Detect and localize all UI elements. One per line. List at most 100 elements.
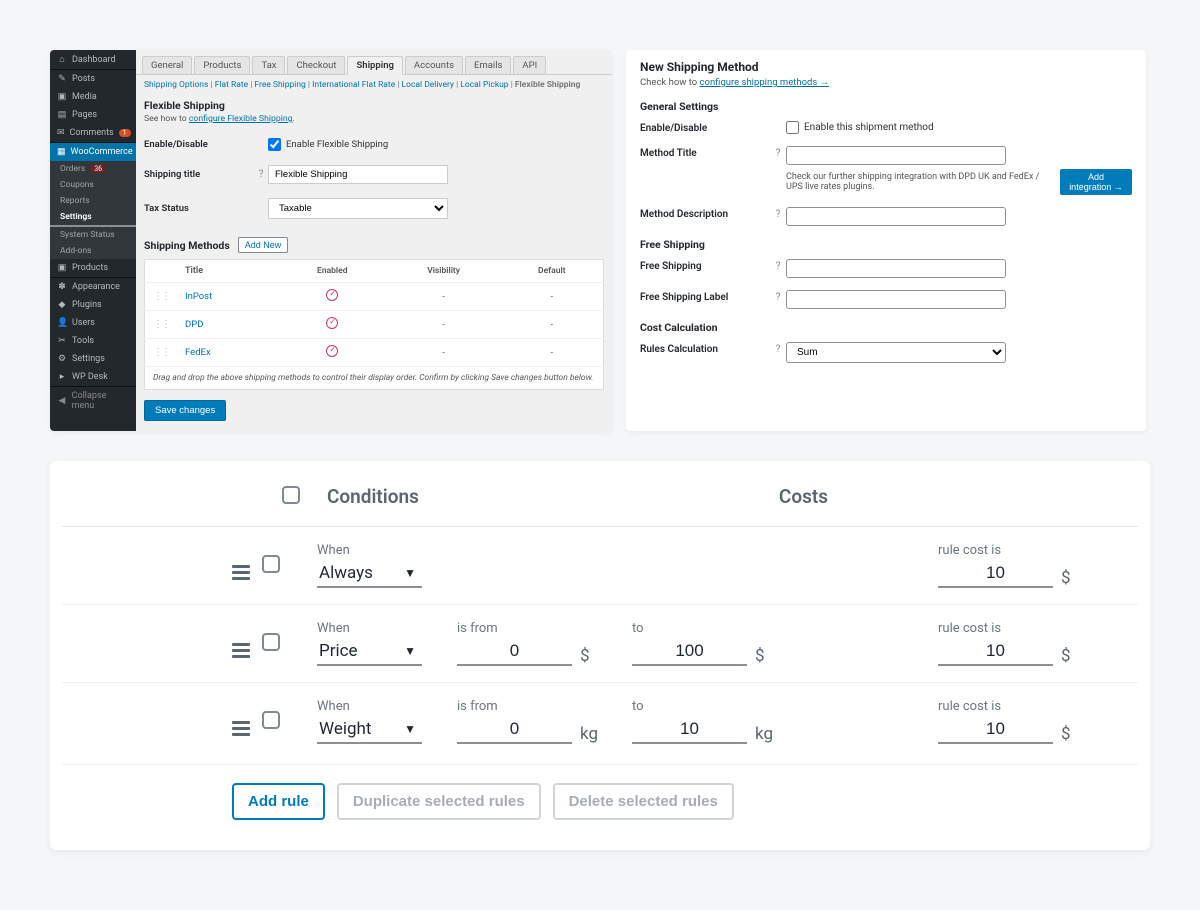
tab-products[interactable]: Products — [194, 56, 250, 74]
sidebar-item-appearance[interactable]: ✽Appearance — [50, 278, 136, 296]
drag-handle-icon[interactable] — [232, 721, 250, 736]
method-link-fedex[interactable]: FedEx — [185, 347, 211, 358]
enabled-toggle[interactable] — [326, 345, 338, 357]
enabled-toggle[interactable] — [326, 317, 338, 329]
tab-checkout[interactable]: Checkout — [287, 56, 345, 74]
when-select[interactable]: Weight▼ — [317, 716, 422, 744]
method-link-dpd[interactable]: DPD — [185, 319, 203, 330]
crumb-shipping-options[interactable]: Shipping Options — [144, 80, 208, 90]
drag-handle-icon[interactable]: ⋮⋮ — [153, 291, 169, 302]
tab-general[interactable]: General — [142, 56, 192, 74]
help-icon[interactable]: ? — [254, 169, 268, 180]
drag-handle-icon[interactable] — [232, 643, 250, 658]
tax-status-select[interactable]: Taxable — [268, 198, 448, 219]
sidebar-item-plugins[interactable]: ◆Plugins — [50, 296, 136, 314]
help-icon[interactable]: ? — [770, 207, 786, 220]
from-input[interactable] — [457, 716, 572, 744]
rule-row: When Weight▼ is from kg to kg — [62, 682, 1138, 760]
table-row: ⋮⋮ DPD - - — [145, 311, 604, 339]
when-select[interactable]: Price▼ — [317, 638, 422, 666]
from-label: is from — [457, 699, 572, 714]
sidebar-sub-addons[interactable]: Add-ons — [50, 243, 136, 259]
method-link-inpost[interactable]: InPost — [185, 291, 212, 302]
cost-input[interactable] — [938, 560, 1053, 588]
tab-tax[interactable]: Tax — [252, 56, 285, 74]
tab-emails[interactable]: Emails — [465, 56, 511, 74]
tab-shipping[interactable]: Shipping — [347, 56, 402, 75]
enable-method-checkbox[interactable]: Enable this shipment method — [786, 121, 1132, 134]
method-title-input[interactable] — [786, 146, 1006, 165]
help-icon[interactable]: ? — [770, 146, 786, 159]
wp-admin-panel: ⌂Dashboard ✎Posts ▣Media ▤Pages ✉Comment… — [50, 50, 612, 431]
sidebar-sub-coupons[interactable]: Coupons — [50, 177, 136, 193]
row-checkbox[interactable] — [262, 711, 280, 729]
tab-api[interactable]: API — [513, 56, 546, 74]
drag-handle-icon[interactable]: ⋮⋮ — [153, 347, 169, 358]
method-desc-input[interactable] — [786, 207, 1006, 226]
brush-icon: ✽ — [57, 282, 67, 292]
add-rule-button[interactable]: Add rule — [232, 783, 325, 820]
sidebar-item-settings[interactable]: ⚙Settings — [50, 350, 136, 368]
duplicate-rules-button[interactable]: Duplicate selected rules — [337, 783, 541, 820]
currency-unit: $ — [755, 646, 765, 666]
methods-heading: Shipping Methods — [144, 239, 230, 252]
free-shipping-input[interactable] — [786, 259, 1006, 278]
rules-calc-label: Rules Calculation — [640, 342, 770, 355]
add-integration-button[interactable]: Add integration → — [1060, 169, 1132, 195]
free-heading: Free Shipping — [640, 238, 1132, 251]
to-input[interactable] — [632, 638, 747, 666]
sidebar-item-tools[interactable]: ✂Tools — [50, 332, 136, 350]
sidebar-sub-orders[interactable]: Orders 36 — [50, 161, 136, 177]
sidebar-collapse[interactable]: ◀Collapse menu — [50, 387, 136, 415]
breadcrumb: Shipping Options | Flat Rate | Free Ship… — [136, 75, 612, 95]
rules-calc-select[interactable]: Sum — [786, 342, 1006, 363]
wp-main: General Products Tax Checkout Shipping A… — [136, 50, 612, 431]
enable-label: Enable/Disable — [640, 121, 770, 134]
crumb-intl-flat[interactable]: International Flat Rate — [312, 80, 395, 90]
sidebar-item-posts[interactable]: ✎Posts — [50, 70, 136, 88]
rules-panel: Conditions Costs When Always▼ rule cost … — [50, 461, 1150, 850]
sidebar-item-media[interactable]: ▣Media — [50, 88, 136, 106]
when-select[interactable]: Always▼ — [317, 560, 422, 588]
crumb-local-delivery[interactable]: Local Delivery — [402, 80, 454, 90]
select-all-checkbox[interactable] — [282, 486, 300, 504]
sidebar-item-dashboard[interactable]: ⌂Dashboard — [50, 50, 136, 69]
row-checkbox[interactable] — [262, 555, 280, 573]
save-changes-button[interactable]: Save changes — [144, 400, 226, 421]
cost-input[interactable] — [938, 638, 1053, 666]
from-input[interactable] — [457, 638, 572, 666]
integration-text: Check our further shipping integration w… — [786, 172, 1054, 192]
enable-checkbox[interactable]: Enable Flexible Shipping — [268, 138, 388, 151]
sidebar-item-comments[interactable]: ✉Comments 1 — [50, 124, 136, 142]
crumb-flat-rate[interactable]: Flat Rate — [215, 80, 248, 90]
help-icon[interactable]: ? — [770, 342, 786, 355]
when-label: When — [317, 543, 457, 558]
add-new-button[interactable]: Add New — [238, 237, 289, 253]
drag-handle-icon[interactable]: ⋮⋮ — [153, 319, 169, 330]
drag-handle-icon[interactable] — [232, 565, 250, 580]
sidebar-item-products[interactable]: ▣Products — [50, 259, 136, 277]
cost-input[interactable] — [938, 716, 1053, 744]
enabled-toggle[interactable] — [326, 289, 338, 301]
shipping-title-input[interactable] — [268, 165, 448, 184]
help-icon[interactable]: ? — [770, 259, 786, 272]
free-label-input[interactable] — [786, 290, 1006, 309]
configure-methods-link[interactable]: configure shipping methods → — [700, 77, 830, 88]
sidebar-sub-system-status[interactable]: System Status — [50, 227, 136, 243]
sidebar-item-pages[interactable]: ▤Pages — [50, 106, 136, 124]
sidebar-item-wpdesk[interactable]: ▸WP Desk — [50, 368, 136, 386]
tab-accounts[interactable]: Accounts — [405, 56, 463, 74]
sidebar-item-woocommerce[interactable]: ▦WooCommerce — [50, 143, 136, 161]
crumb-local-pickup[interactable]: Local Pickup — [460, 80, 508, 90]
help-icon[interactable]: ? — [770, 290, 786, 303]
configure-link[interactable]: configure Flexible Shipping — [189, 114, 293, 124]
sidebar-sub-reports[interactable]: Reports — [50, 193, 136, 209]
crumb-free-shipping[interactable]: Free Shipping — [254, 80, 305, 90]
sidebar-item-users[interactable]: 👤Users — [50, 314, 136, 332]
delete-rules-button[interactable]: Delete selected rules — [553, 783, 734, 820]
arrow-icon: ▸ — [57, 372, 67, 382]
free-label-label: Free Shipping Label — [640, 290, 770, 303]
row-checkbox[interactable] — [262, 633, 280, 651]
to-input[interactable] — [632, 716, 747, 744]
hint-text: Check how to configure shipping methods … — [640, 77, 1132, 88]
